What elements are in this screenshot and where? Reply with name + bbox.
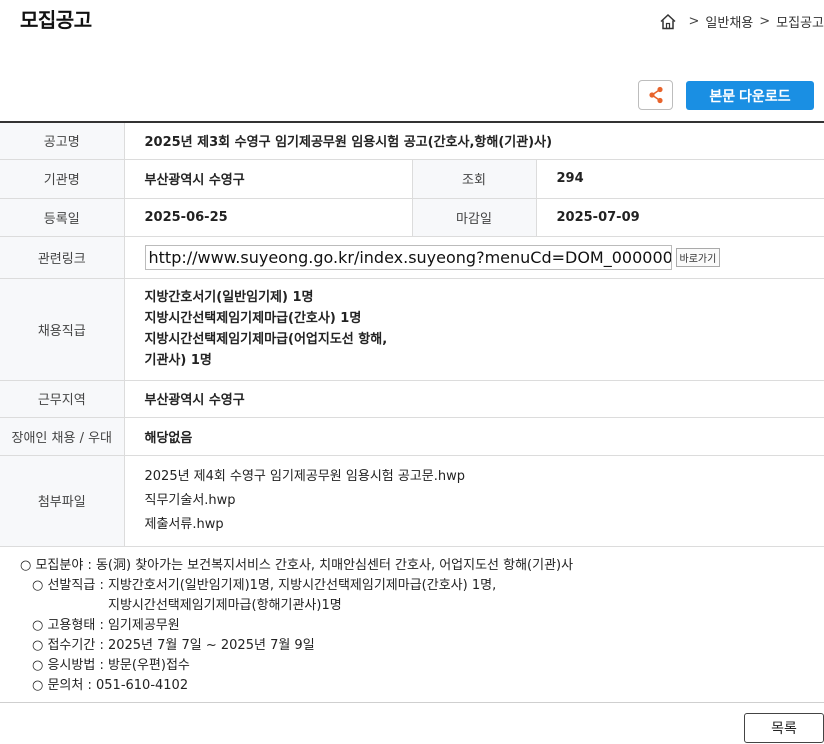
- notice-line: ○ 문의처 : 051-610-4102: [32, 678, 189, 693]
- notice-line: 지방시간선택제임기제마급(항해기관사)1명: [108, 598, 342, 613]
- link-cell: http://www.suyeong.go.kr/index.suyeong?m…: [124, 236, 824, 279]
- home-icon[interactable]: [659, 13, 677, 31]
- divider: [0, 702, 824, 703]
- region-label: 근무지역: [0, 380, 125, 418]
- notice-line: ○ 접수기간 : 2025년 7월 7일 ~ 2025년 7월 9일: [32, 638, 315, 653]
- disabled-value: 해당없음: [124, 417, 824, 456]
- deadline-label: 마감일: [412, 198, 537, 237]
- share-button[interactable]: [638, 80, 673, 110]
- position-label: 채용직급: [0, 278, 125, 381]
- files-label: 첨부파일: [0, 455, 125, 547]
- table-row: 첨부파일 2025년 제4회 수영구 임기제공무원 임용시험 공고문.hwp 직…: [0, 455, 824, 547]
- table-row: 근무지역 부산광역시 수영구: [0, 380, 824, 418]
- list-button[interactable]: 목록: [744, 713, 824, 743]
- org-value: 부산광역시 수영구: [124, 159, 413, 199]
- notice-line: ○ 고용형태 : 임기제공무원: [32, 618, 180, 633]
- notice-line: ○ 모집분야 : 동(洞) 찾아가는 보건복지서비스 간호사, 치매안심센터 간…: [20, 558, 574, 573]
- share-icon: [648, 86, 663, 104]
- breadcrumb-separator: >: [688, 14, 700, 29]
- download-button[interactable]: 본문 다운로드: [686, 81, 814, 110]
- table-row: 채용직급 지방간호서기(일반임기제) 1명 지방시간선택제임기제마급(간호사) …: [0, 278, 824, 381]
- breadcrumb-separator: >: [759, 14, 771, 29]
- go-link-button[interactable]: 바로가기: [675, 247, 721, 267]
- views-label: 조회: [412, 159, 537, 199]
- breadcrumb-item-general-hiring[interactable]: 일반채용: [705, 12, 753, 31]
- views-value: 294: [536, 159, 824, 199]
- table-row: 기관명 부산광역시 수영구 조회 294: [0, 159, 824, 199]
- notice-line: ○ 선발직급 : 지방간호서기(일반임기제)1명, 지방시간선택제임기제마급(간…: [32, 578, 497, 593]
- org-label: 기관명: [0, 159, 125, 199]
- table-row: 공고명 2025년 제3회 수영구 임기제공무원 임용시험 공고(간호사,항해(…: [0, 122, 824, 160]
- table-row: 등록일 2025-06-25 마감일 2025-07-09: [0, 198, 824, 237]
- title-value: 2025년 제3회 수영구 임기제공무원 임용시험 공고(간호사,항해(기관)사…: [124, 122, 824, 160]
- breadcrumb-item-recruitment[interactable]: 모집공고: [776, 12, 824, 31]
- related-link-field[interactable]: http://www.suyeong.go.kr/index.suyeong?m…: [144, 244, 672, 270]
- attachment-link[interactable]: 직무기술서.hwp: [145, 493, 236, 508]
- reg-date-label: 등록일: [0, 198, 125, 237]
- table-row: 장애인 채용 / 우대 해당없음: [0, 417, 824, 456]
- position-line: 지방간호서기(일반임기제) 1명: [144, 290, 314, 305]
- link-label: 관련링크: [0, 236, 125, 279]
- deadline-value: 2025-07-09: [536, 198, 824, 237]
- attachment-link[interactable]: 제출서류.hwp: [145, 517, 224, 532]
- page-title: 모집공고: [20, 8, 92, 32]
- notice-body: ○ 모집분야 : 동(洞) 찾아가는 보건복지서비스 간호사, 치매안심센터 간…: [20, 556, 573, 696]
- position-line: 지방시간선택제임기제마급(간호사) 1명: [144, 311, 362, 326]
- notice-info-table: 공고명 2025년 제3회 수영구 임기제공무원 임용시험 공고(간호사,항해(…: [0, 121, 824, 547]
- position-value: 지방간호서기(일반임기제) 1명 지방시간선택제임기제마급(간호사) 1명 지방…: [124, 278, 824, 381]
- reg-date-value: 2025-06-25: [124, 198, 413, 237]
- files-value: 2025년 제4회 수영구 임기제공무원 임용시험 공고문.hwp 직무기술서.…: [124, 455, 824, 547]
- title-label: 공고명: [0, 122, 125, 160]
- notice-line: ○ 응시방법 : 방문(우편)접수: [32, 658, 190, 673]
- region-value: 부산광역시 수영구: [124, 380, 824, 418]
- position-line: 지방시간선택제임기제마급(어업지도선 항해,: [144, 332, 388, 347]
- position-line: 기관사) 1명: [144, 353, 212, 368]
- table-row: 관련링크 http://www.suyeong.go.kr/index.suye…: [0, 236, 824, 279]
- attachment-link[interactable]: 2025년 제4회 수영구 임기제공무원 임용시험 공고문.hwp: [145, 469, 466, 484]
- disabled-label: 장애인 채용 / 우대: [0, 417, 125, 456]
- breadcrumb: > 일반채용 > 모집공고: [659, 12, 824, 31]
